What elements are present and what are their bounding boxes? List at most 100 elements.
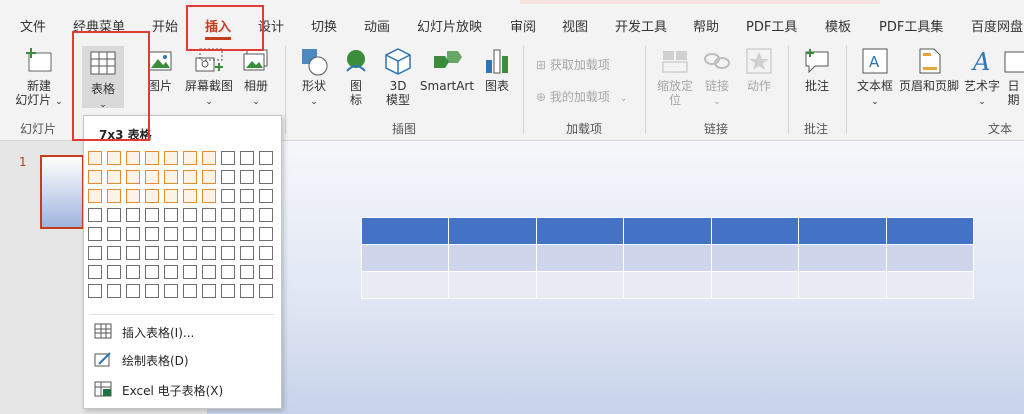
- grid-cell[interactable]: [107, 151, 121, 165]
- grid-cell[interactable]: [164, 227, 178, 241]
- header-footer-button[interactable]: 页眉和页脚: [896, 46, 962, 93]
- shapes-button[interactable]: 形状 ⌄: [295, 46, 333, 109]
- wordart-button[interactable]: A 艺术字 ⌄: [962, 46, 1002, 109]
- grid-cell[interactable]: [221, 265, 235, 279]
- grid-cell[interactable]: [202, 151, 216, 165]
- grid-cell[interactable]: [221, 189, 235, 203]
- grid-cell[interactable]: [145, 151, 159, 165]
- comment-button[interactable]: 批注: [798, 46, 836, 93]
- tab-home[interactable]: 开始: [152, 16, 178, 35]
- grid-cell[interactable]: [88, 246, 102, 260]
- icons-button[interactable]: 图 标: [340, 46, 372, 107]
- grid-cell[interactable]: [88, 208, 102, 222]
- insert-table-menu-item[interactable]: 插入表格(I)...: [94, 321, 274, 341]
- action-button[interactable]: 动作: [740, 46, 778, 93]
- tab-transitions[interactable]: 切换: [311, 16, 337, 35]
- grid-cell[interactable]: [259, 151, 273, 165]
- chart-button[interactable]: 图表: [480, 46, 514, 93]
- grid-cell[interactable]: [107, 246, 121, 260]
- grid-cell[interactable]: [221, 227, 235, 241]
- grid-cell[interactable]: [183, 265, 197, 279]
- tab-file[interactable]: 文件: [20, 16, 46, 35]
- get-addins-button[interactable]: ⊞ 获取加载项: [536, 56, 610, 73]
- grid-cell[interactable]: [126, 284, 140, 298]
- grid-cell[interactable]: [88, 227, 102, 241]
- grid-cell[interactable]: [183, 170, 197, 184]
- grid-cell[interactable]: [107, 189, 121, 203]
- grid-cell[interactable]: [145, 189, 159, 203]
- grid-cell[interactable]: [240, 208, 254, 222]
- grid-cell[interactable]: [164, 265, 178, 279]
- zoom-button[interactable]: 缩放定 位: [652, 46, 698, 107]
- grid-cell[interactable]: [126, 170, 140, 184]
- tab-developer[interactable]: 开发工具: [615, 16, 667, 35]
- tab-help[interactable]: 帮助: [693, 16, 719, 35]
- grid-cell[interactable]: [107, 170, 121, 184]
- grid-cell[interactable]: [202, 227, 216, 241]
- tab-classic-menu[interactable]: 经典菜单: [73, 16, 125, 35]
- date-time-button[interactable]: 日期: [1003, 46, 1024, 107]
- grid-cell[interactable]: [240, 151, 254, 165]
- excel-spreadsheet-menu-item[interactable]: Excel 电子表格(X): [94, 379, 274, 399]
- link-button[interactable]: 链接 ⌄: [700, 46, 734, 109]
- grid-cell[interactable]: [240, 170, 254, 184]
- grid-cell[interactable]: [88, 151, 102, 165]
- grid-cell[interactable]: [107, 227, 121, 241]
- tab-baidu-netdisk[interactable]: 百度网盘: [971, 16, 1023, 35]
- tab-design[interactable]: 设计: [258, 16, 284, 35]
- slide-table[interactable]: [360, 217, 975, 299]
- tab-insert[interactable]: 插入: [205, 16, 231, 35]
- grid-cell[interactable]: [183, 246, 197, 260]
- grid-cell[interactable]: [240, 246, 254, 260]
- grid-cell[interactable]: [164, 246, 178, 260]
- grid-cell[interactable]: [88, 284, 102, 298]
- tab-review[interactable]: 审阅: [510, 16, 536, 35]
- grid-cell[interactable]: [88, 170, 102, 184]
- grid-cell[interactable]: [202, 265, 216, 279]
- tab-pdf-tools[interactable]: PDF工具: [746, 16, 797, 35]
- grid-cell[interactable]: [126, 151, 140, 165]
- tab-animations[interactable]: 动画: [364, 16, 390, 35]
- grid-cell[interactable]: [107, 284, 121, 298]
- grid-cell[interactable]: [259, 189, 273, 203]
- grid-cell[interactable]: [240, 265, 254, 279]
- grid-cell[interactable]: [221, 151, 235, 165]
- grid-cell[interactable]: [202, 170, 216, 184]
- grid-cell[interactable]: [164, 208, 178, 222]
- photo-album-button[interactable]: 相册 ⌄: [238, 46, 274, 109]
- grid-cell[interactable]: [240, 189, 254, 203]
- grid-cell[interactable]: [126, 246, 140, 260]
- grid-cell[interactable]: [145, 284, 159, 298]
- grid-cell[interactable]: [259, 227, 273, 241]
- textbox-button[interactable]: A 文本框 ⌄: [854, 46, 896, 109]
- grid-cell[interactable]: [202, 208, 216, 222]
- grid-cell[interactable]: [145, 208, 159, 222]
- my-addins-button[interactable]: ⊕ 我的加载项 ⌄: [536, 88, 627, 105]
- tab-slideshow[interactable]: 幻灯片放映: [417, 16, 482, 35]
- grid-cell[interactable]: [126, 227, 140, 241]
- grid-cell[interactable]: [202, 189, 216, 203]
- grid-cell[interactable]: [88, 265, 102, 279]
- grid-cell[interactable]: [88, 189, 102, 203]
- tab-templates[interactable]: 模板: [825, 16, 851, 35]
- grid-cell[interactable]: [183, 284, 197, 298]
- grid-cell[interactable]: [202, 246, 216, 260]
- grid-cell[interactable]: [107, 265, 121, 279]
- grid-cell[interactable]: [221, 246, 235, 260]
- grid-cell[interactable]: [145, 265, 159, 279]
- grid-cell[interactable]: [221, 284, 235, 298]
- grid-cell[interactable]: [126, 265, 140, 279]
- grid-cell[interactable]: [259, 284, 273, 298]
- smartart-button[interactable]: SmartArt: [418, 46, 476, 93]
- screenshot-button[interactable]: 屏幕截图 ⌄: [183, 46, 235, 109]
- grid-cell[interactable]: [183, 227, 197, 241]
- grid-cell[interactable]: [126, 208, 140, 222]
- grid-cell[interactable]: [259, 170, 273, 184]
- grid-cell[interactable]: [164, 151, 178, 165]
- grid-cell[interactable]: [164, 284, 178, 298]
- grid-cell[interactable]: [145, 227, 159, 241]
- grid-cell[interactable]: [221, 208, 235, 222]
- grid-cell[interactable]: [126, 189, 140, 203]
- grid-cell[interactable]: [240, 227, 254, 241]
- grid-cell[interactable]: [145, 246, 159, 260]
